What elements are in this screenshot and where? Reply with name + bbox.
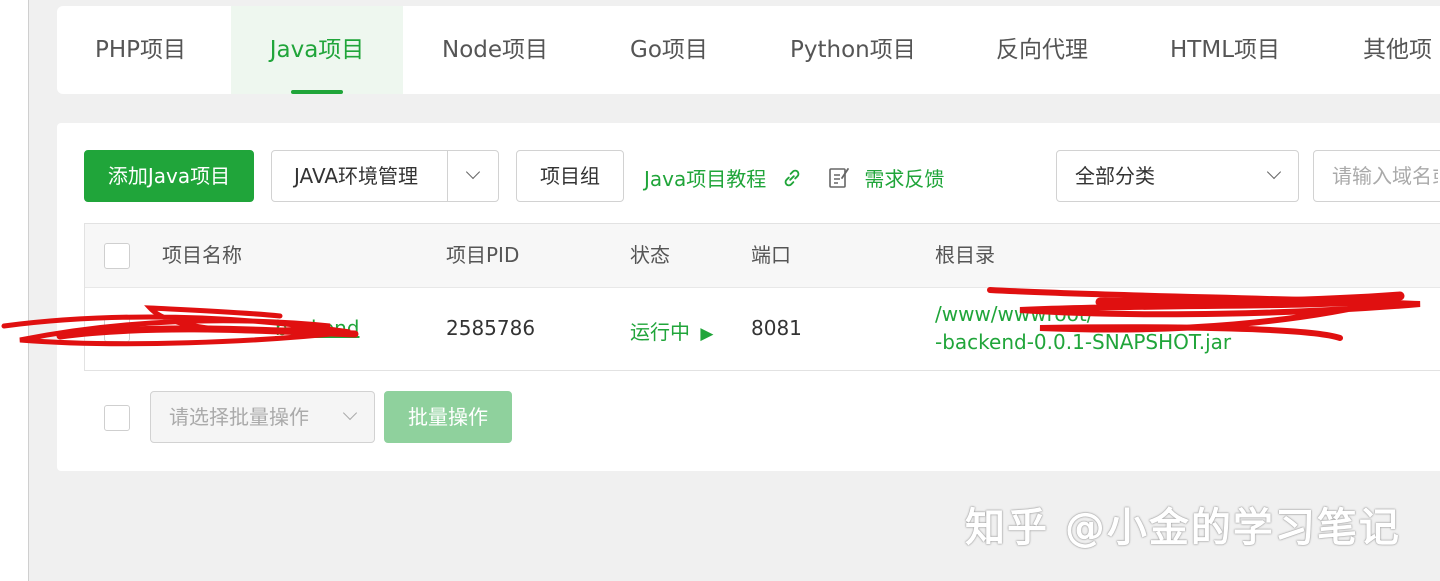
java-env-label: JAVA环境管理 bbox=[294, 164, 419, 188]
batch-select-placeholder: 请选择批量操作 bbox=[169, 405, 309, 429]
category-select[interactable]: 全部分类 bbox=[1056, 150, 1299, 202]
tab-go[interactable]: Go项目 bbox=[630, 6, 708, 94]
root-path-line-1: /www/wwwroot/ bbox=[935, 302, 1094, 326]
link-icon bbox=[784, 169, 799, 187]
project-list-panel: 添加Java项目 JAVA环境管理 项目组 Java项目教程 需求反馈 全部分类 bbox=[57, 123, 1440, 471]
search-input[interactable] bbox=[1313, 150, 1440, 202]
root-path-line-2: -backend-0.0.1-SNAPSHOT.jar bbox=[935, 330, 1232, 354]
row-checkbox[interactable] bbox=[104, 316, 130, 342]
project-port: 8081 bbox=[751, 316, 802, 340]
batch-operation-select[interactable]: 请选择批量操作 bbox=[150, 391, 375, 443]
tab-java-label: Java项目 bbox=[269, 37, 365, 63]
tab-other[interactable]: 其他项 bbox=[1363, 6, 1432, 94]
left-panel-border bbox=[0, 0, 29, 581]
tab-reverse-proxy[interactable]: 反向代理 bbox=[996, 6, 1088, 94]
java-tutorial-link[interactable]: Java项目教程 bbox=[644, 163, 803, 192]
play-icon: ▶ bbox=[700, 324, 714, 344]
tab-php[interactable]: PHP项目 bbox=[95, 6, 186, 94]
project-table: 项目名称 项目PID 状态 端口 根目录 backend 2585786 运行中… bbox=[84, 223, 1440, 371]
project-group-button[interactable]: 项目组 bbox=[516, 150, 624, 202]
java-tutorial-label: Java项目教程 bbox=[644, 167, 767, 191]
watermark: 知乎 @小金的学习笔记 bbox=[965, 505, 1401, 551]
chevron-down-icon bbox=[342, 405, 358, 421]
edit-note-icon bbox=[829, 168, 849, 188]
status-label: 运行中 bbox=[630, 320, 690, 344]
active-tab-indicator bbox=[291, 90, 343, 94]
project-pid: 2585786 bbox=[446, 316, 536, 340]
tab-html[interactable]: HTML项目 bbox=[1170, 6, 1280, 94]
column-header-root: 根目录 bbox=[935, 243, 995, 267]
java-env-dropdown-toggle[interactable] bbox=[447, 151, 500, 201]
table-row: backend 2585786 运行中 ▶ 8081 /www/wwwroot/… bbox=[85, 288, 1440, 370]
category-select-value: 全部分类 bbox=[1075, 164, 1155, 188]
chevron-down-icon bbox=[1266, 164, 1282, 180]
column-header-port: 端口 bbox=[751, 243, 791, 267]
column-header-status: 状态 bbox=[630, 243, 670, 267]
chevron-down-icon bbox=[465, 164, 481, 180]
project-root-path[interactable]: /www/wwwroot/ -backend-0.0.1-SNAPSHOT.ja… bbox=[935, 300, 1231, 356]
feedback-label: 需求反馈 bbox=[864, 167, 945, 191]
project-type-tabs: PHP项目 Java项目 Node项目 Go项目 Python项目 反向代理 H… bbox=[57, 6, 1440, 94]
feedback-link[interactable]: 需求反馈 bbox=[828, 163, 944, 192]
add-java-project-button[interactable]: 添加Java项目 bbox=[84, 150, 254, 202]
select-all-checkbox[interactable] bbox=[104, 243, 130, 269]
batch-operation-button[interactable]: 批量操作 bbox=[384, 391, 512, 443]
tab-node[interactable]: Node项目 bbox=[442, 6, 548, 94]
column-header-pid: 项目PID bbox=[446, 243, 520, 267]
project-name-link[interactable]: backend bbox=[275, 316, 360, 340]
tab-python[interactable]: Python项目 bbox=[790, 6, 916, 94]
table-header: 项目名称 项目PID 状态 端口 根目录 bbox=[85, 224, 1440, 288]
batch-select-checkbox[interactable] bbox=[104, 405, 130, 431]
java-env-split-button[interactable]: JAVA环境管理 bbox=[271, 150, 499, 202]
project-status[interactable]: 运行中 ▶ bbox=[630, 316, 713, 345]
tab-java[interactable]: Java项目 bbox=[231, 6, 403, 94]
column-header-name[interactable]: 项目名称 bbox=[162, 224, 242, 287]
